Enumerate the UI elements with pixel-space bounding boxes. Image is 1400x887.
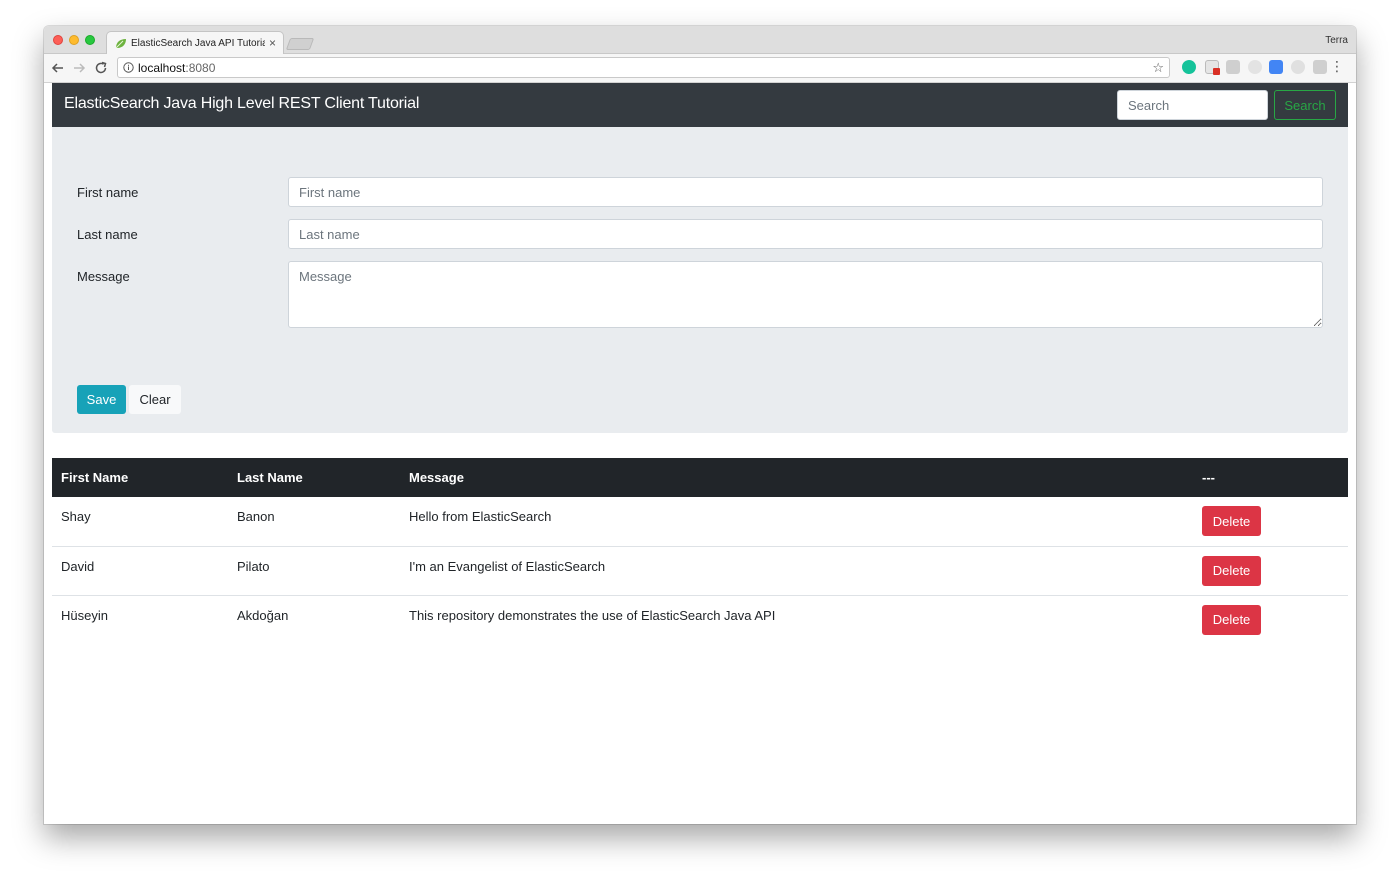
url-text: localhost:8080 bbox=[138, 61, 215, 75]
close-window-button[interactable] bbox=[53, 35, 63, 45]
cell-first-name: Shay bbox=[61, 509, 91, 524]
navbar-search-input[interactable] bbox=[1117, 90, 1268, 120]
menu-dots-icon[interactable]: ⋮ bbox=[1330, 59, 1344, 73]
last-name-label: Last name bbox=[77, 227, 138, 242]
message-label: Message bbox=[77, 269, 130, 284]
cell-actions: Delete bbox=[1193, 546, 1348, 595]
browser-toolbar: localhost:8080 ☆ ⋮ bbox=[44, 54, 1356, 83]
tab-strip: ElasticSearch Java API Tutorial × Terra bbox=[44, 26, 1356, 55]
first-name-label: First name bbox=[77, 185, 139, 200]
cell-message: Hello from ElasticSearch bbox=[409, 509, 552, 524]
browser-window: ElasticSearch Java API Tutorial × Terra … bbox=[44, 26, 1356, 824]
app-navbar: ElasticSearch Java High Level REST Clien… bbox=[52, 83, 1348, 127]
address-bar[interactable]: localhost:8080 ☆ bbox=[117, 57, 1170, 78]
cell-first-name: Hüseyin bbox=[61, 607, 108, 623]
table-row: Shay Banon Hello from ElasticSearch Dele… bbox=[52, 497, 1348, 546]
refresh-extension-icon[interactable] bbox=[1291, 60, 1305, 74]
info-icon[interactable] bbox=[123, 62, 134, 73]
profile-name[interactable]: Terra bbox=[1325, 35, 1348, 46]
extension-badge-icon[interactable] bbox=[1205, 60, 1220, 75]
forward-arrow-icon[interactable] bbox=[71, 60, 87, 76]
url-host: localhost bbox=[138, 61, 186, 75]
spring-leaf-icon bbox=[115, 39, 126, 49]
form-panel: First name Last name Message Save Clear bbox=[52, 127, 1348, 433]
extension-notification-badge bbox=[1213, 68, 1220, 75]
delete-button[interactable]: Delete bbox=[1202, 604, 1261, 635]
message-textarea[interactable] bbox=[288, 261, 1323, 328]
g-extension-icon[interactable] bbox=[1226, 60, 1240, 74]
cell-actions: Delete bbox=[1193, 595, 1348, 644]
cell-actions: Delete bbox=[1193, 497, 1348, 546]
url-port: :8080 bbox=[185, 61, 216, 75]
header-first-name: First Name bbox=[61, 470, 129, 485]
table-row: David Pilato I'm an Evangelist of Elasti… bbox=[52, 546, 1348, 595]
browser-tab[interactable]: ElasticSearch Java API Tutorial × bbox=[106, 31, 284, 55]
first-name-input[interactable] bbox=[288, 177, 1323, 207]
delete-button[interactable]: Delete bbox=[1202, 555, 1261, 586]
save-button[interactable]: Save bbox=[77, 385, 126, 414]
minimize-window-button[interactable] bbox=[69, 35, 79, 45]
delete-button[interactable]: Delete bbox=[1202, 506, 1261, 536]
clear-button[interactable]: Clear bbox=[129, 385, 181, 414]
tab-close-icon[interactable]: × bbox=[269, 36, 276, 50]
last-name-input[interactable] bbox=[288, 219, 1323, 249]
translate-extension-icon[interactable] bbox=[1269, 60, 1283, 74]
tab-title: ElasticSearch Java API Tutorial bbox=[131, 38, 265, 49]
g-extension-icon-2[interactable] bbox=[1313, 60, 1327, 74]
table-row: Hüseyin Akdoğan This repository demonstr… bbox=[52, 595, 1348, 644]
header-message: Message bbox=[409, 470, 464, 485]
new-tab-button[interactable] bbox=[285, 38, 315, 50]
table-header-row: First Name Last Name Message --- bbox=[52, 458, 1348, 497]
header-actions: --- bbox=[1202, 470, 1215, 485]
chat-extension-icon[interactable] bbox=[1248, 60, 1262, 74]
bookmark-star-icon[interactable]: ☆ bbox=[1152, 60, 1164, 76]
cell-last-name: Banon bbox=[237, 509, 275, 524]
cell-message: I'm an Evangelist of ElasticSearch bbox=[409, 558, 606, 574]
navbar-brand[interactable]: ElasticSearch Java High Level REST Clien… bbox=[64, 95, 419, 113]
cell-last-name: Akdoğan bbox=[237, 607, 289, 623]
reload-icon[interactable] bbox=[93, 60, 109, 76]
header-last-name: Last Name bbox=[237, 470, 303, 485]
page-content: ElasticSearch Java High Level REST Clien… bbox=[44, 83, 1356, 824]
maximize-window-button[interactable] bbox=[85, 35, 95, 45]
back-arrow-icon[interactable] bbox=[50, 60, 66, 76]
grammarly-extension-icon[interactable] bbox=[1182, 60, 1196, 74]
cell-message: This repository demonstrates the use of … bbox=[409, 607, 776, 623]
records-table: First Name Last Name Message --- Shay Ba… bbox=[52, 458, 1348, 644]
cell-first-name: David bbox=[61, 558, 95, 574]
cell-last-name: Pilato bbox=[237, 558, 270, 574]
navbar-search-button[interactable]: Search bbox=[1274, 90, 1336, 120]
